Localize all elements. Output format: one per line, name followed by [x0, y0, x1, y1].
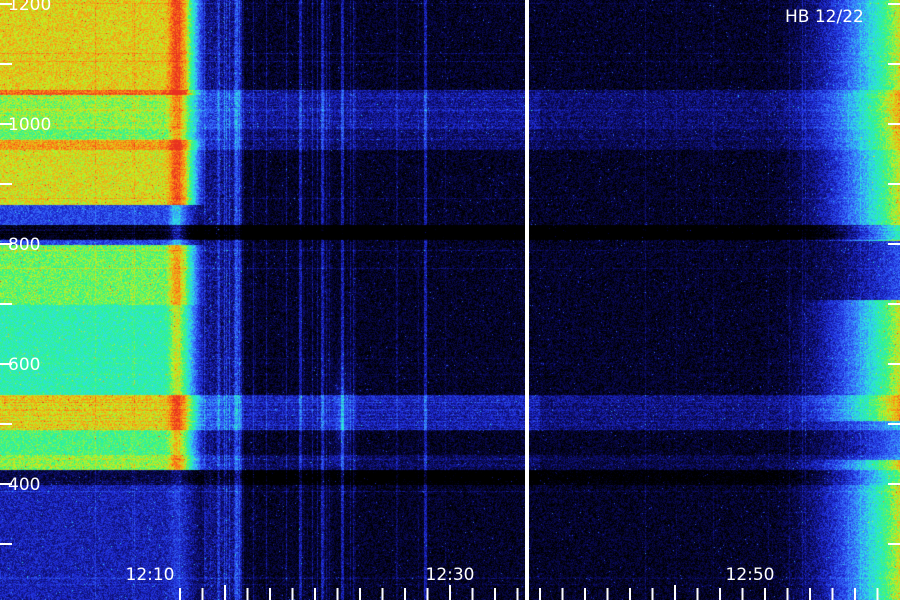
- spectrogram-heatmap: [0, 0, 900, 600]
